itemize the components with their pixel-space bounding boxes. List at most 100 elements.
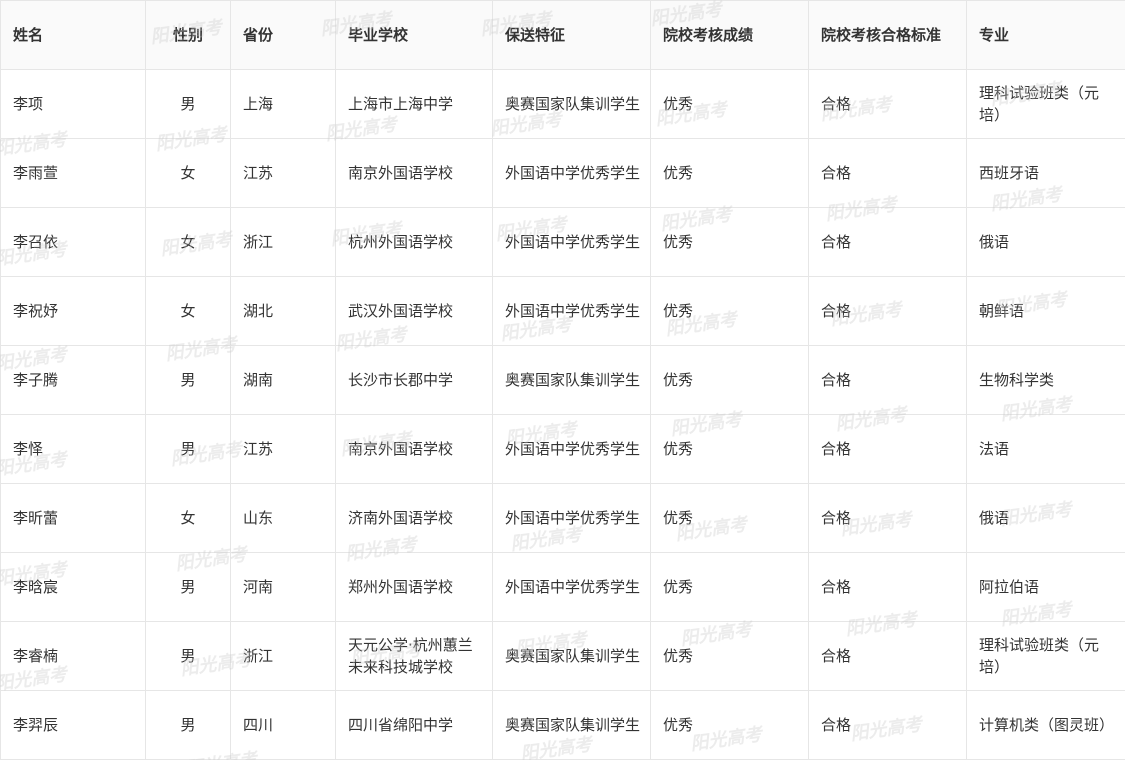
feature-cell: 奥赛国家队集训学生 <box>492 690 651 760</box>
standard-cell: 合格 <box>808 276 967 346</box>
school-cell: 天元公学·杭州蕙兰未来科技城学校 <box>335 621 493 691</box>
gender-cell: 男 <box>145 345 231 415</box>
school-cell: 长沙市长郡中学 <box>335 345 493 415</box>
province-cell: 浙江 <box>230 207 336 277</box>
name-cell: 李祝妤 <box>0 276 146 346</box>
feature-cell: 奥赛国家队集训学生 <box>492 345 651 415</box>
name-cell: 李召依 <box>0 207 146 277</box>
name-cell: 李晗宸 <box>0 552 146 622</box>
gender-cell: 男 <box>145 552 231 622</box>
table-row: 李雨萱女江苏 南京外国语学校 外国语中学优秀学生 优秀 合格 西班牙语 <box>0 138 1125 208</box>
table-row: 李召依女浙江 杭州外国语学校 外国语中学优秀学生 优秀 合格 俄语 <box>0 207 1125 277</box>
column-header: 省份 <box>230 0 336 70</box>
column-header: 院校考核成绩 <box>650 0 809 70</box>
name-cell: 李雨萱 <box>0 138 146 208</box>
table-row: 李祝妤女湖北 武汉外国语学校 外国语中学优秀学生 优秀 合格 朝鲜语 <box>0 276 1125 346</box>
school-cell: 济南外国语学校 <box>335 483 493 553</box>
name-cell: 李怿 <box>0 414 146 484</box>
province-cell: 上海 <box>230 69 336 139</box>
province-cell: 四川 <box>230 690 336 760</box>
name-cell: 李项 <box>0 69 146 139</box>
score-cell: 优秀 <box>650 138 809 208</box>
school-cell: 郑州外国语学校 <box>335 552 493 622</box>
province-cell: 江苏 <box>230 414 336 484</box>
school-cell: 武汉外国语学校 <box>335 276 493 346</box>
column-header: 保送特征 <box>492 0 651 70</box>
feature-cell: 外国语中学优秀学生 <box>492 483 651 553</box>
name-cell: 李昕蕾 <box>0 483 146 553</box>
table-row: 李晗宸男河南 郑州外国语学校 外国语中学优秀学生 优秀 合格 阿拉伯语 <box>0 552 1125 622</box>
gender-cell: 女 <box>145 138 231 208</box>
gender-cell: 男 <box>145 621 231 691</box>
standard-cell: 合格 <box>808 552 967 622</box>
major-cell: 西班牙语 <box>966 138 1125 208</box>
column-header: 专业 <box>966 0 1125 70</box>
major-cell: 朝鲜语 <box>966 276 1125 346</box>
score-cell: 优秀 <box>650 276 809 346</box>
score-cell: 优秀 <box>650 207 809 277</box>
standard-cell: 合格 <box>808 414 967 484</box>
standard-cell: 合格 <box>808 138 967 208</box>
province-cell: 湖南 <box>230 345 336 415</box>
table-row: 李睿楠男浙江 天元公学·杭州蕙兰未来科技城学校 奥赛国家队集训学生 优秀 合格 理科试验班… <box>0 621 1125 691</box>
major-cell: 阿拉伯语 <box>966 552 1125 622</box>
feature-cell: 奥赛国家队集训学生 <box>492 621 651 691</box>
name-cell: 李子腾 <box>0 345 146 415</box>
standard-cell: 合格 <box>808 621 967 691</box>
score-cell: 优秀 <box>650 552 809 622</box>
name-cell: 李羿辰 <box>0 690 146 760</box>
feature-cell: 外国语中学优秀学生 <box>492 414 651 484</box>
gender-cell: 男 <box>145 69 231 139</box>
province-cell: 河南 <box>230 552 336 622</box>
province-cell: 山东 <box>230 483 336 553</box>
major-cell: 理科试验班类（元培） <box>966 621 1125 691</box>
table-row: 李羿辰男四川 四川省绵阳中学 奥赛国家队集训学生 优秀 合格 计算机类（图灵班） <box>0 690 1125 760</box>
gender-cell: 女 <box>145 207 231 277</box>
column-header: 院校考核合格标准 <box>808 0 967 70</box>
gender-cell: 男 <box>145 414 231 484</box>
score-cell: 优秀 <box>650 483 809 553</box>
major-cell: 理科试验班类（元培） <box>966 69 1125 139</box>
score-cell: 优秀 <box>650 414 809 484</box>
score-cell: 优秀 <box>650 69 809 139</box>
province-cell: 江苏 <box>230 138 336 208</box>
gender-cell: 女 <box>145 276 231 346</box>
table-row: 李项男上海 上海市上海中学 奥赛国家队集训学生 优秀 合格 理科试验班类（元培） <box>0 69 1125 139</box>
school-cell: 四川省绵阳中学 <box>335 690 493 760</box>
standard-cell: 合格 <box>808 483 967 553</box>
feature-cell: 奥赛国家队集训学生 <box>492 69 651 139</box>
table-row: 李怿男江苏 南京外国语学校 外国语中学优秀学生 优秀 合格 法语 <box>0 414 1125 484</box>
name-cell: 李睿楠 <box>0 621 146 691</box>
major-cell: 俄语 <box>966 207 1125 277</box>
school-cell: 南京外国语学校 <box>335 414 493 484</box>
column-header: 性别 <box>145 0 231 70</box>
score-cell: 优秀 <box>650 621 809 691</box>
column-header: 姓名 <box>0 0 146 70</box>
feature-cell: 外国语中学优秀学生 <box>492 276 651 346</box>
province-cell: 湖北 <box>230 276 336 346</box>
gender-cell: 男 <box>145 690 231 760</box>
table-row: 李昕蕾女山东 济南外国语学校 外国语中学优秀学生 优秀 合格 俄语 <box>0 483 1125 553</box>
admission-table: 姓名 性别 省份 毕业学校 保送特征 院校考核成绩 院校考核合格标准 专业 李项男上海 上海市上… <box>0 0 1125 760</box>
header-row: 姓名 性别 省份 毕业学校 保送特征 院校考核成绩 院校考核合格标准 专业 <box>0 0 1125 70</box>
province-cell: 浙江 <box>230 621 336 691</box>
table-body: 李项男上海 上海市上海中学 奥赛国家队集训学生 优秀 合格 理科试验班类（元培） 李雨萱女江… <box>0 69 1125 760</box>
school-cell: 上海市上海中学 <box>335 69 493 139</box>
feature-cell: 外国语中学优秀学生 <box>492 552 651 622</box>
score-cell: 优秀 <box>650 690 809 760</box>
table-header: 姓名 性别 省份 毕业学校 保送特征 院校考核成绩 院校考核合格标准 专业 <box>0 0 1125 70</box>
school-cell: 杭州外国语学校 <box>335 207 493 277</box>
major-cell: 生物科学类 <box>966 345 1125 415</box>
score-cell: 优秀 <box>650 345 809 415</box>
school-cell: 南京外国语学校 <box>335 138 493 208</box>
major-cell: 俄语 <box>966 483 1125 553</box>
standard-cell: 合格 <box>808 690 967 760</box>
column-header: 毕业学校 <box>335 0 493 70</box>
standard-cell: 合格 <box>808 69 967 139</box>
feature-cell: 外国语中学优秀学生 <box>492 138 651 208</box>
major-cell: 计算机类（图灵班） <box>966 690 1125 760</box>
gender-cell: 女 <box>145 483 231 553</box>
standard-cell: 合格 <box>808 345 967 415</box>
feature-cell: 外国语中学优秀学生 <box>492 207 651 277</box>
standard-cell: 合格 <box>808 207 967 277</box>
